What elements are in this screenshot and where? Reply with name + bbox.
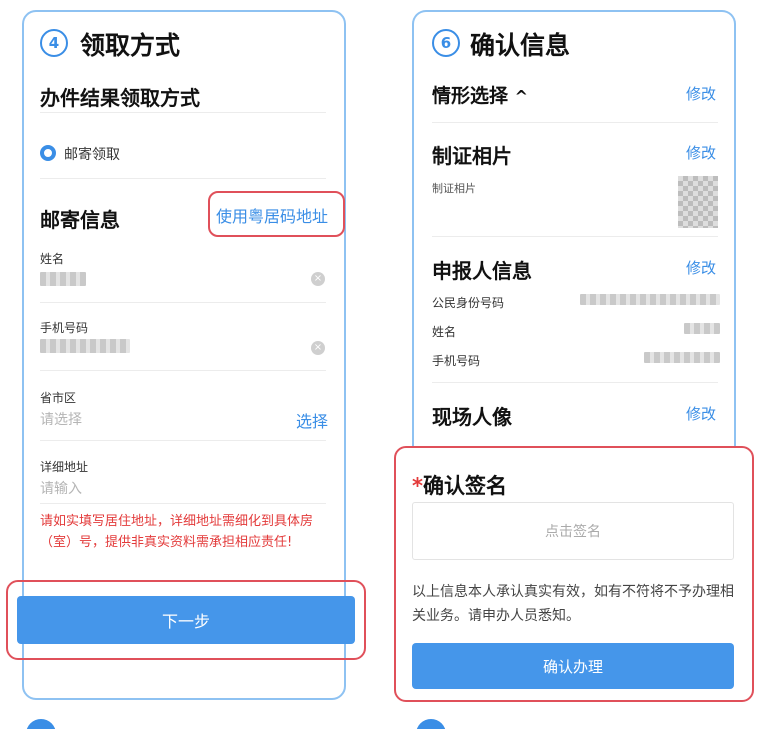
signature-title-text: 确认签名 [422,474,507,498]
divider [40,302,326,303]
step-title-receive: 领取方式 [80,31,181,60]
name-label: 姓名 [40,252,65,266]
next-step-button[interactable]: 下一步 [17,596,355,644]
next-step-circle-icon [26,719,56,729]
situation-section[interactable]: 情形选择 ^ [432,81,528,108]
portrait-section-title: 现场人像 [432,405,512,429]
signature-title: *确认签名 [412,470,507,500]
address-label: 详细地址 [40,460,89,474]
id-number-label: 公民身份号码 [432,296,505,310]
divider [432,382,718,383]
phone-label: 手机号码 [40,321,89,335]
signature-pad[interactable]: 点击签名 [412,502,734,560]
region-label: 省市区 [40,391,77,405]
step-number-6: 6 [432,29,460,57]
id-photo-thumbnail [678,176,718,228]
divider [432,236,718,237]
divider [40,112,326,113]
divider [40,178,326,179]
edit-photo-link[interactable]: 修改 [686,142,716,163]
region-input[interactable]: 请选择 [40,409,82,429]
applicant-name-label: 姓名 [432,325,457,339]
address-input[interactable]: 请输入 [40,478,82,498]
highlight-outline [208,191,345,237]
applicant-phone-label: 手机号码 [432,354,481,368]
divider [40,440,326,441]
phone-value-redacted [40,339,130,353]
radio-selected-icon[interactable] [40,145,56,161]
next-step-circle-icon [416,719,446,729]
divider [40,370,326,371]
result-section-title: 办件结果领取方式 [40,86,200,110]
step-title-confirm: 确认信息 [470,31,571,60]
applicant-section-title: 申报人信息 [432,259,532,283]
clear-icon[interactable]: × [311,341,325,355]
edit-situation-link[interactable]: 修改 [686,83,716,104]
clear-icon[interactable]: × [311,272,325,286]
mail-section-title: 邮寄信息 [40,208,120,232]
confirm-info-card [412,10,736,450]
id-number-value-redacted [580,294,720,305]
situation-title: 情形选择 [432,85,509,107]
confirm-submit-button[interactable]: 确认办理 [412,643,734,689]
edit-applicant-link[interactable]: 修改 [686,257,716,278]
address-notice: 请如实填写居住地址，详细地址需细化到具体房（室）号，提供非真实资料需承担相应责任… [40,514,314,550]
required-mark: * [412,474,423,498]
applicant-phone-value-redacted [644,352,720,363]
divider [432,122,718,123]
edit-portrait-link[interactable]: 修改 [686,403,716,424]
name-value-redacted [40,272,86,286]
photo-section-title: 制证相片 [432,144,512,168]
region-select-button[interactable]: 选择 [296,408,328,432]
applicant-name-value-redacted [684,323,720,334]
chevron-up-icon[interactable]: ^ [515,87,528,106]
photo-label: 制证相片 [432,182,476,195]
step-number-4: 4 [40,29,68,57]
pickup-option-mail[interactable]: 邮寄领取 [64,144,120,164]
declaration-text: 以上信息本人承认真实有效，如有不符将不予办理相关业务。请申办人员悉知。 [412,584,734,624]
divider [40,503,326,504]
